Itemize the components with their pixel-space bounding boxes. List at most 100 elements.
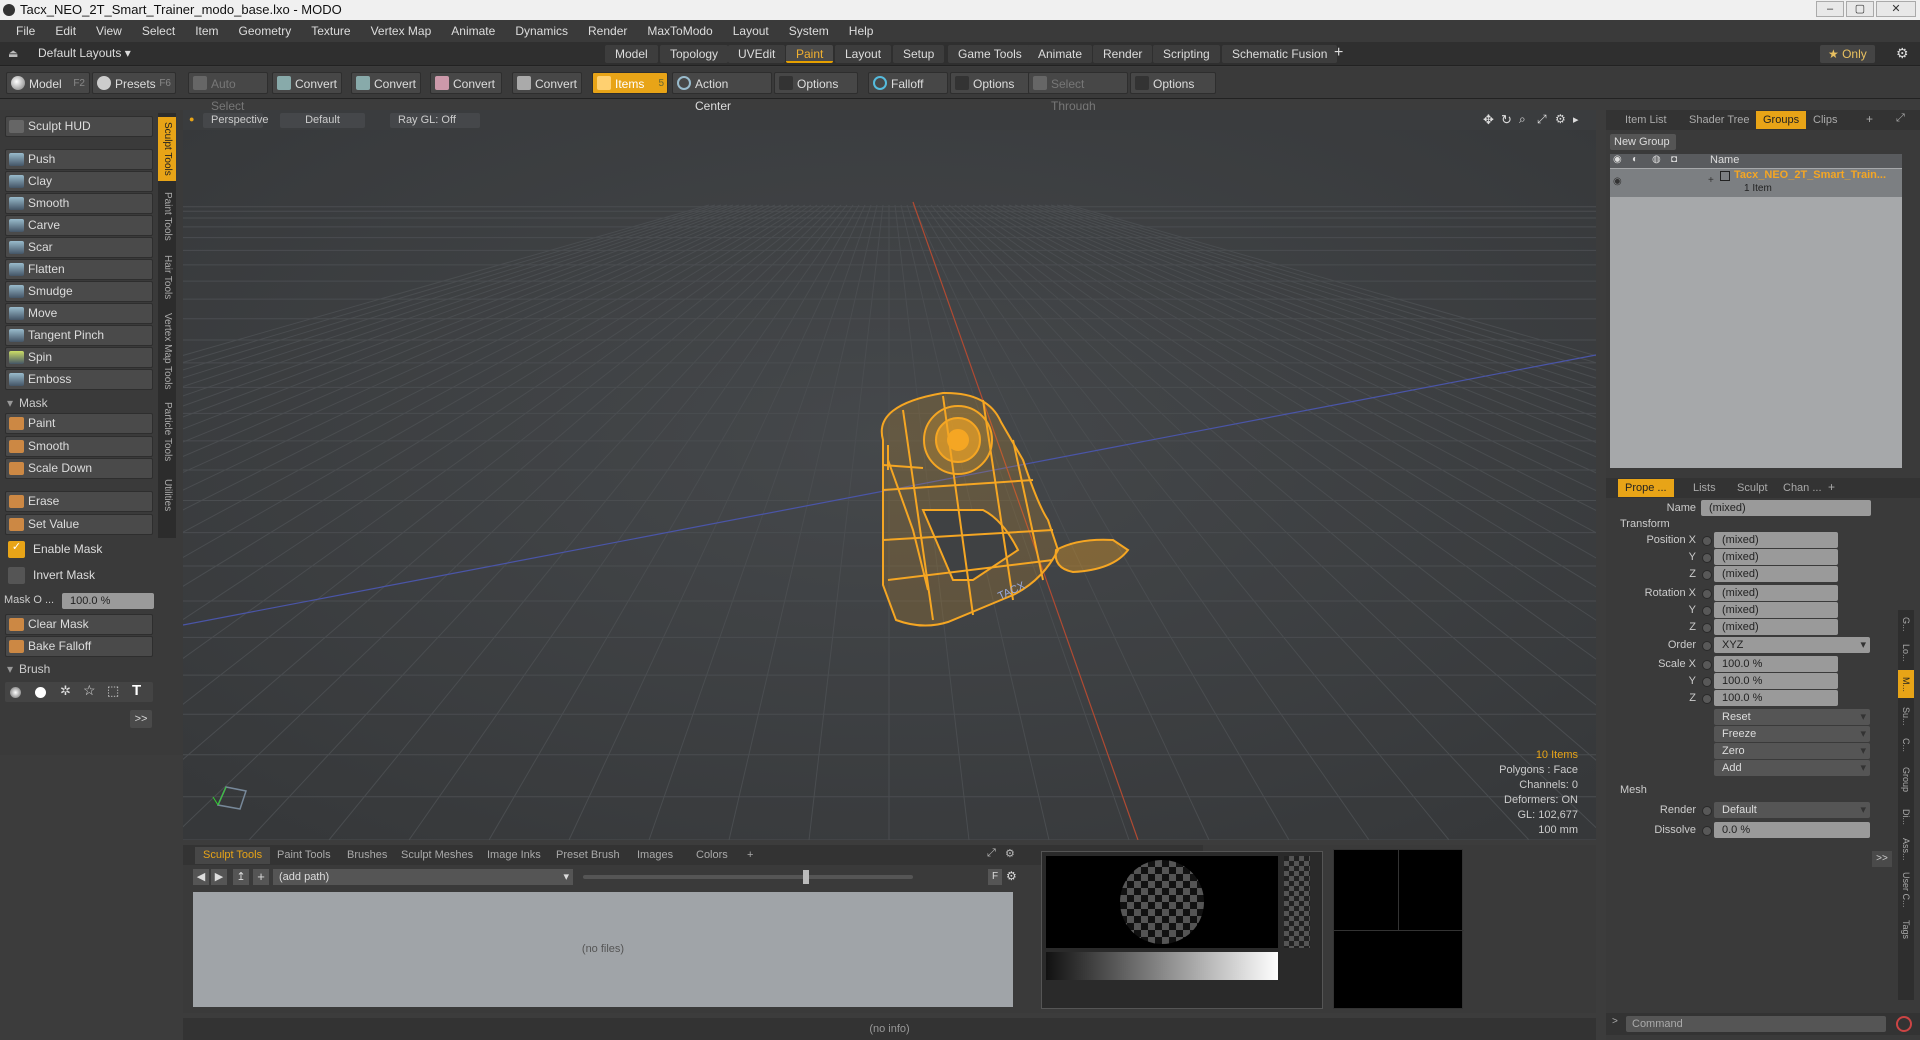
menu-texture[interactable]: Texture: [301, 24, 360, 38]
position-y-anim-dot[interactable]: [1702, 553, 1712, 563]
zoom-icon[interactable]: ⌕: [1519, 112, 1526, 127]
path-dropdown[interactable]: (add path) ▾: [273, 869, 573, 885]
tab-channels[interactable]: Chan ...: [1776, 479, 1829, 497]
position-y-field[interactable]: (mixed): [1714, 549, 1838, 565]
brush-section-header[interactable]: Brush: [5, 660, 153, 678]
side-tab-c[interactable]: C...: [1898, 734, 1914, 756]
menu-edit[interactable]: Edit: [45, 24, 86, 38]
up-folder-icon[interactable]: ↥: [233, 869, 249, 885]
order-anim-dot[interactable]: [1702, 641, 1712, 651]
tab-properties[interactable]: Prope ...: [1618, 479, 1674, 497]
soft-brush-icon[interactable]: [10, 687, 21, 698]
mask-smooth-button[interactable]: Smooth: [5, 436, 153, 457]
more-button[interactable]: >>: [130, 710, 152, 728]
text-brush-icon[interactable]: T: [132, 682, 141, 699]
back-arrow-icon[interactable]: ◀: [193, 869, 209, 885]
side-tab-group[interactable]: Group: [1898, 760, 1914, 800]
dissolve-field[interactable]: 0.0 %: [1714, 822, 1870, 838]
expand-panel-icon[interactable]: ⤢: [1896, 112, 1905, 125]
side-tab-g[interactable]: G...: [1898, 612, 1914, 636]
presets-button[interactable]: Presets F6: [92, 72, 176, 94]
mask-opacity-field[interactable]: 100.0 %: [62, 593, 154, 609]
tool-clay[interactable]: Clay: [5, 171, 153, 192]
mask-section-header[interactable]: Mask: [5, 394, 153, 412]
tab-sculpt-tools[interactable]: Sculpt Tools: [158, 117, 176, 181]
set-value-button[interactable]: Set Value: [5, 514, 153, 535]
rotation-z-field[interactable]: (mixed): [1714, 619, 1838, 635]
scale-x-field[interactable]: 100.0 %: [1714, 656, 1838, 672]
command-input[interactable]: Command: [1626, 1016, 1886, 1032]
layout-selector[interactable]: Default Layouts ▾: [38, 46, 131, 60]
shading-selector[interactable]: Default: [280, 113, 365, 128]
scale-y-anim-dot[interactable]: [1702, 677, 1712, 687]
side-tab-m[interactable]: M...: [1898, 670, 1914, 698]
scale-z-anim-dot[interactable]: [1702, 694, 1712, 704]
select-options-button[interactable]: Options: [1130, 72, 1216, 94]
convert-edges-button[interactable]: Convert: [351, 72, 421, 94]
enable-mask-checkbox[interactable]: ✓ Enable Mask: [5, 540, 153, 561]
menu-layout[interactable]: Layout: [723, 24, 779, 38]
position-x-field[interactable]: (mixed): [1714, 532, 1838, 548]
expand-icon[interactable]: ⤢: [987, 847, 996, 860]
menu-maxtomodo[interactable]: MaxToModo: [637, 24, 722, 38]
tool-smudge[interactable]: Smudge: [5, 281, 153, 302]
mask-scale-down-button[interactable]: Scale Down: [5, 458, 153, 479]
tab-model[interactable]: Model: [605, 45, 658, 63]
scale-y-field[interactable]: 100.0 %: [1714, 673, 1838, 689]
tab-brushes[interactable]: Brushes: [339, 847, 395, 864]
rotation-y-anim-dot[interactable]: [1702, 606, 1712, 616]
rotation-z-anim-dot[interactable]: [1702, 623, 1712, 633]
add-path-icon[interactable]: +: [253, 869, 269, 885]
side-tab-ass[interactable]: Ass...: [1898, 834, 1914, 864]
group-name[interactable]: Tacx_NEO_2T_Smart_Train...: [1734, 169, 1886, 181]
add-tab-button[interactable]: +: [1334, 44, 1343, 62]
menu-render[interactable]: Render: [578, 24, 637, 38]
convert-polygons-button[interactable]: Convert: [430, 72, 502, 94]
menu-dynamics[interactable]: Dynamics: [505, 24, 578, 38]
tab-render[interactable]: Render: [1093, 45, 1153, 63]
menu-vertex-map[interactable]: Vertex Map: [361, 24, 442, 38]
select-icon[interactable]: ◘: [1671, 154, 1677, 165]
tab-game-tools[interactable]: Game Tools: [948, 45, 1032, 63]
tab-groups[interactable]: Groups: [1756, 111, 1807, 129]
slider-handle[interactable]: [803, 870, 809, 884]
tab-image-inks[interactable]: Image Inks: [479, 847, 549, 864]
tool-emboss[interactable]: Emboss: [5, 369, 153, 390]
viewport-menu-dot[interactable]: ●: [189, 114, 194, 124]
menu-geometry[interactable]: Geometry: [229, 24, 302, 38]
record-icon[interactable]: [1896, 1016, 1912, 1032]
tool-flatten[interactable]: Flatten: [5, 259, 153, 280]
group-row[interactable]: ◉ + Tacx_NEO_2T_Smart_Train... 1 Item: [1610, 169, 1902, 197]
rotate-icon[interactable]: ↻: [1501, 112, 1512, 128]
scale-z-field[interactable]: 100.0 %: [1714, 690, 1838, 706]
tab-hair-tools[interactable]: Hair Tools: [158, 251, 176, 303]
model-button[interactable]: Model F2: [6, 72, 90, 94]
tab-uvedit[interactable]: UVEdit: [728, 45, 786, 63]
menu-system[interactable]: System: [779, 24, 839, 38]
position-x-anim-dot[interactable]: [1702, 536, 1712, 546]
items-button[interactable]: Items 5: [592, 72, 668, 94]
hard-brush-icon[interactable]: [35, 687, 46, 698]
add-transform-dropdown[interactable]: Add: [1714, 760, 1870, 776]
tab-sculpt-meshes[interactable]: Sculpt Meshes: [393, 847, 481, 864]
convert-materials-button[interactable]: Convert: [512, 72, 582, 94]
sculpt-hud-button[interactable]: Sculpt HUD: [5, 116, 153, 137]
tab-item-list[interactable]: Item List: [1618, 111, 1674, 129]
tab-paint-tools[interactable]: Paint Tools: [158, 187, 176, 245]
name-field[interactable]: (mixed): [1701, 500, 1871, 516]
tab-layout[interactable]: Layout: [835, 45, 892, 63]
menu-file[interactable]: File: [6, 24, 45, 38]
tab-colors[interactable]: Colors: [688, 847, 736, 864]
tab-shader-tree[interactable]: Shader Tree: [1682, 111, 1757, 129]
side-tab-lo[interactable]: Lo...: [1898, 640, 1914, 666]
freeze-dropdown[interactable]: Freeze: [1714, 726, 1870, 742]
new-group-button[interactable]: New Group: [1610, 134, 1676, 150]
clear-mask-button[interactable]: Clear Mask: [5, 614, 153, 635]
tab-paint-tools-browser[interactable]: Paint Tools: [269, 847, 339, 864]
menu-animate[interactable]: Animate: [441, 24, 505, 38]
group-visibility-icon[interactable]: ◉: [1613, 176, 1622, 187]
maximize-viewport-icon[interactable]: ⤢: [1537, 112, 1547, 127]
view-selector[interactable]: Perspective: [203, 113, 268, 128]
tab-lists[interactable]: Lists: [1686, 479, 1723, 497]
menu-select[interactable]: Select: [132, 24, 185, 38]
